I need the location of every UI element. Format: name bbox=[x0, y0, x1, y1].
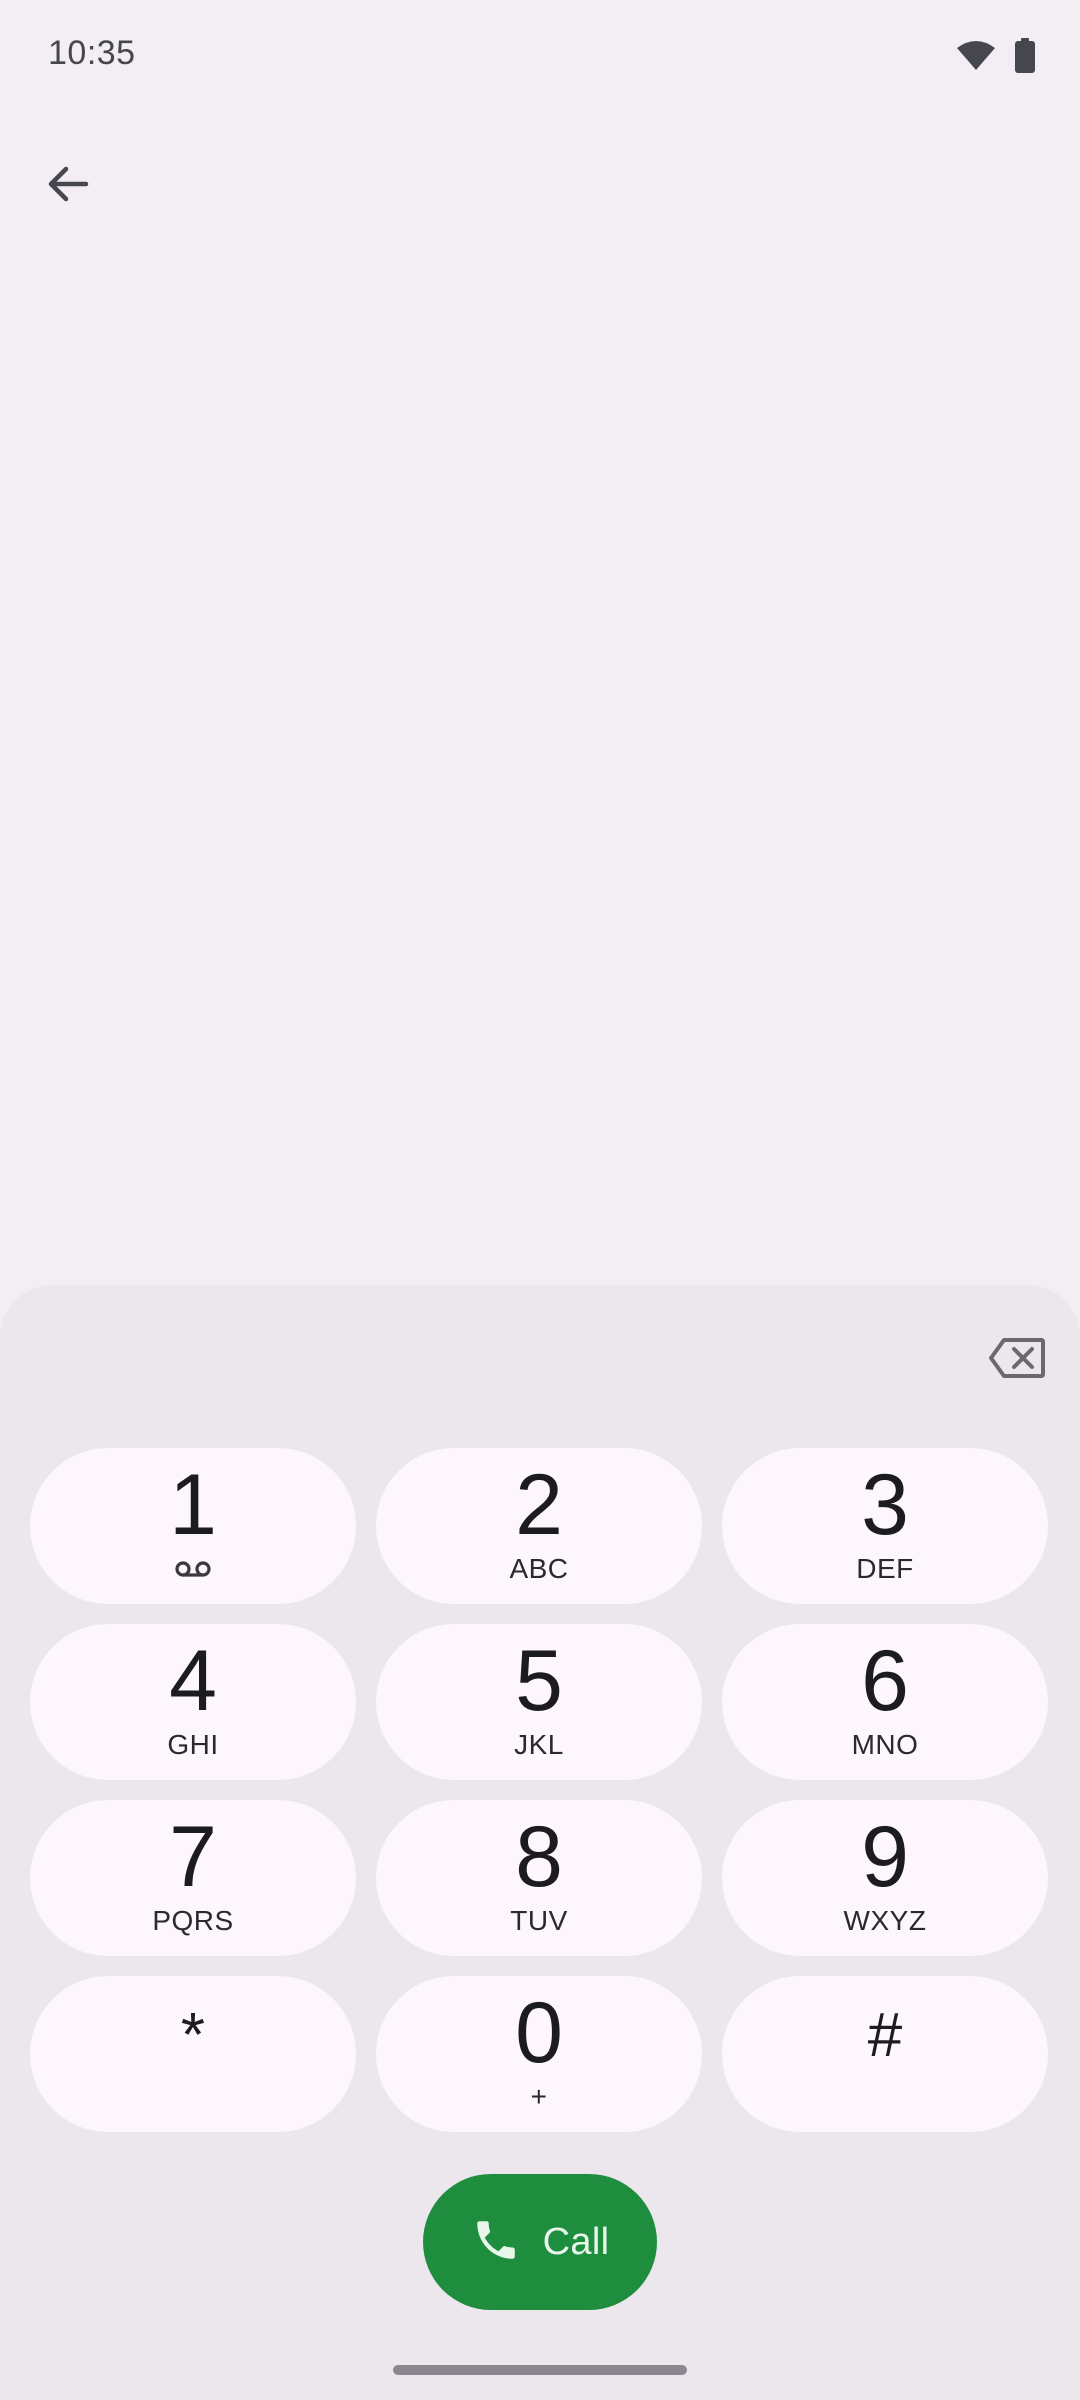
home-indicator[interactable] bbox=[393, 2365, 687, 2375]
key-3[interactable]: 3 DEF bbox=[722, 1448, 1048, 1604]
key-star[interactable]: * bbox=[30, 1976, 356, 2132]
status-bar: 10:35 bbox=[0, 0, 1080, 110]
key-6[interactable]: 6 MNO bbox=[722, 1624, 1048, 1780]
key-letters: ABC bbox=[509, 1553, 569, 1584]
key-digit: 3 bbox=[861, 1457, 909, 1553]
key-digit: * bbox=[180, 2001, 206, 2070]
key-letters: PQRS bbox=[152, 1905, 234, 1936]
call-button[interactable]: Call bbox=[423, 2174, 657, 2310]
key-letters: TUV bbox=[510, 1905, 568, 1936]
key-0[interactable]: 0 + bbox=[376, 1976, 702, 2132]
key-digit: 9 bbox=[861, 1809, 909, 1905]
backspace-icon bbox=[988, 1337, 1046, 1384]
key-letters: MNO bbox=[851, 1729, 919, 1760]
keypad: 1 2 ABC 3 DEF 4 GHI 5 JKL 6 MNO 7 PQRS 8… bbox=[30, 1448, 1050, 2132]
digits-row bbox=[0, 1285, 1080, 1417]
key-digit: 0 bbox=[515, 1985, 563, 2081]
key-letters: JKL bbox=[514, 1729, 564, 1760]
key-digit: 1 bbox=[169, 1457, 217, 1553]
backspace-button[interactable] bbox=[982, 1325, 1052, 1395]
voicemail-icon bbox=[174, 1554, 212, 1584]
key-1[interactable]: 1 bbox=[30, 1448, 356, 1604]
key-hash[interactable]: # bbox=[722, 1976, 1048, 2132]
key-letters: WXYZ bbox=[843, 1905, 927, 1936]
battery-icon bbox=[1014, 38, 1036, 79]
back-button[interactable] bbox=[24, 142, 112, 230]
status-icons bbox=[956, 38, 1036, 79]
key-2[interactable]: 2 ABC bbox=[376, 1448, 702, 1604]
key-digit: 2 bbox=[515, 1457, 563, 1553]
digits-field[interactable] bbox=[120, 1325, 960, 1395]
key-4[interactable]: 4 GHI bbox=[30, 1624, 356, 1780]
wifi-icon bbox=[956, 40, 996, 77]
key-letters: + bbox=[530, 2081, 548, 2112]
key-7[interactable]: 7 PQRS bbox=[30, 1800, 356, 1956]
key-digit: 7 bbox=[169, 1809, 217, 1905]
key-5[interactable]: 5 JKL bbox=[376, 1624, 702, 1780]
key-digit: 4 bbox=[169, 1633, 217, 1729]
key-letters: GHI bbox=[167, 1729, 219, 1760]
key-digit: # bbox=[867, 2001, 903, 2070]
key-digit: 8 bbox=[515, 1809, 563, 1905]
arrow-back-icon bbox=[46, 162, 90, 211]
key-digit: 6 bbox=[861, 1633, 909, 1729]
key-9[interactable]: 9 WXYZ bbox=[722, 1800, 1048, 1956]
key-digit: 5 bbox=[515, 1633, 563, 1729]
key-letters: DEF bbox=[856, 1553, 914, 1584]
key-8[interactable]: 8 TUV bbox=[376, 1800, 702, 1956]
call-label: Call bbox=[542, 2220, 610, 2263]
status-time: 10:35 bbox=[48, 34, 136, 72]
phone-icon bbox=[471, 2215, 521, 2270]
